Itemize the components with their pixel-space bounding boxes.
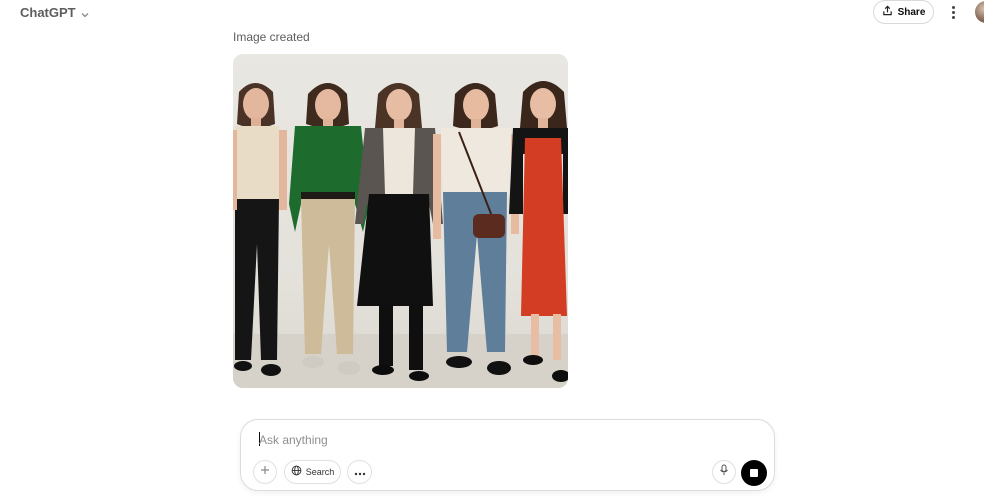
globe-icon — [291, 463, 302, 481]
model-label: ChatGPT — [20, 4, 76, 20]
share-icon — [882, 3, 893, 21]
more-tools-button[interactable] — [347, 460, 372, 484]
share-button[interactable]: Share — [873, 0, 934, 24]
image-status-text: Image created — [233, 30, 310, 44]
composer: Search — [240, 419, 775, 491]
generated-image[interactable] — [233, 54, 568, 388]
figure-4 — [433, 83, 519, 375]
figure-1 — [233, 83, 287, 376]
more-horizontal-icon — [354, 463, 366, 481]
figure-2 — [289, 83, 369, 375]
plus-icon — [259, 463, 271, 481]
microphone-icon — [719, 463, 729, 481]
search-button[interactable]: Search — [284, 460, 341, 484]
share-label: Share — [897, 6, 926, 18]
stop-button[interactable] — [741, 460, 767, 486]
more-vertical-icon[interactable] — [944, 2, 962, 22]
dictate-button[interactable] — [712, 460, 736, 484]
stop-icon — [750, 469, 758, 477]
chevron-down-icon — [80, 7, 90, 18]
top-bar: ChatGPT Share — [0, 0, 984, 26]
prompt-input[interactable] — [259, 430, 739, 450]
search-label: Search — [305, 467, 335, 477]
model-picker[interactable]: ChatGPT — [14, 2, 96, 22]
attach-button[interactable] — [253, 460, 277, 484]
avatar[interactable] — [975, 1, 984, 23]
